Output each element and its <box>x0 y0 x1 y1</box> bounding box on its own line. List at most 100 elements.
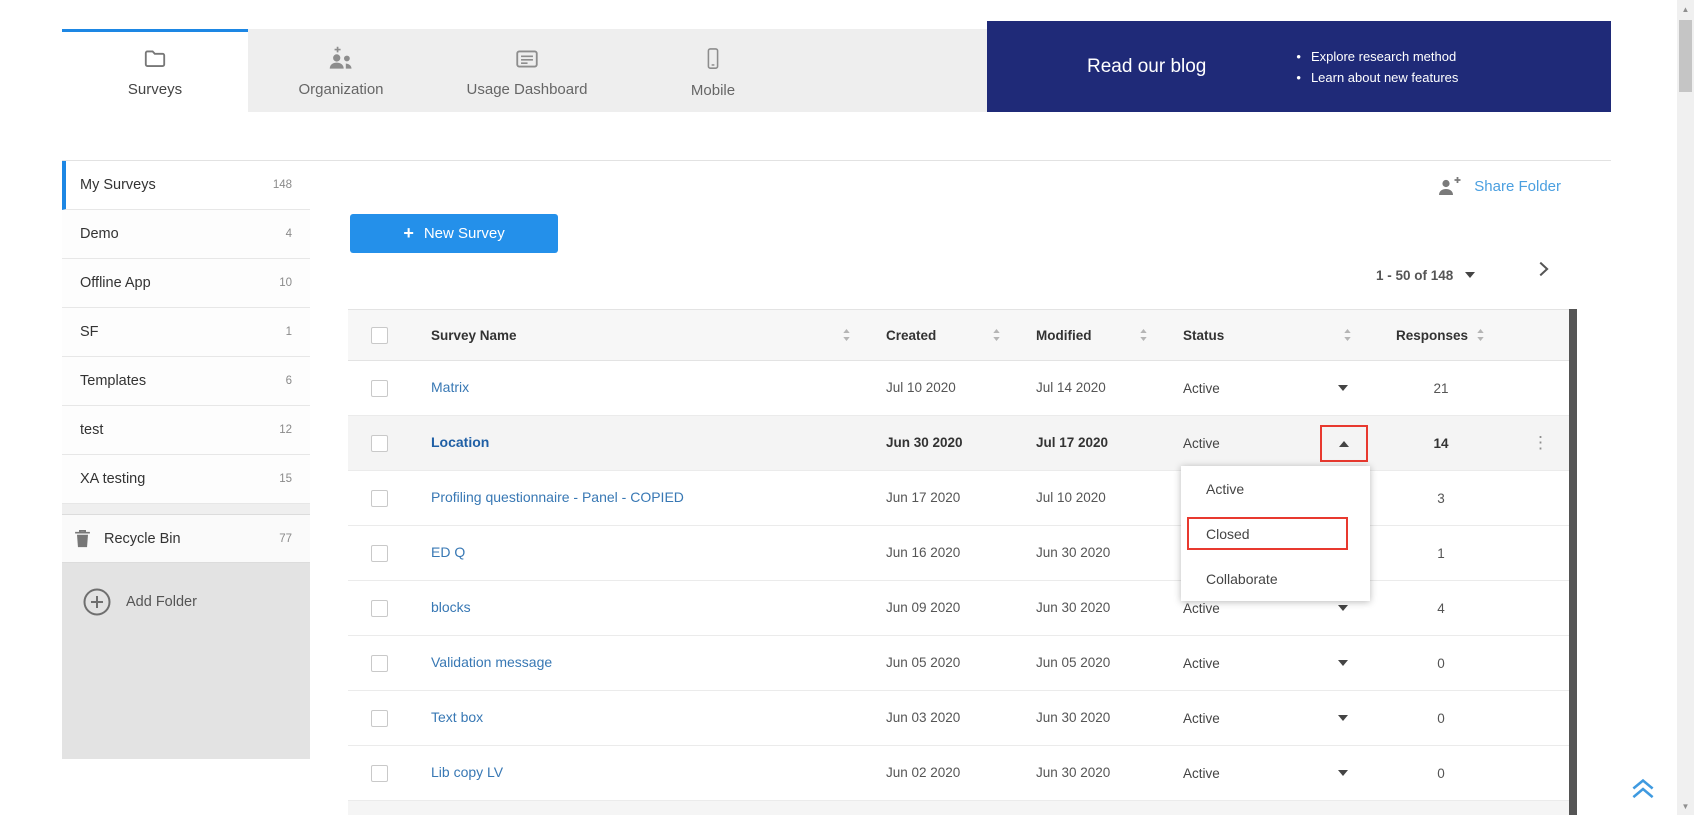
row-checkbox[interactable] <box>371 600 388 617</box>
row-checkbox[interactable] <box>371 435 388 452</box>
content: My Surveys148Demo4Offline App10SF1Templa… <box>62 160 1611 815</box>
tab-surveys[interactable]: Surveys <box>62 29 248 112</box>
status-caret-down-icon[interactable] <box>1338 715 1348 721</box>
share-folder-link[interactable]: Share Folder <box>1436 175 1561 197</box>
created-cell: Jun 03 2020 <box>865 709 1015 727</box>
table-row: Lib copy LVJun 02 2020Jun 30 2020Active0 <box>348 746 1569 801</box>
column-header-responses[interactable]: Responses <box>1366 310 1516 360</box>
blog-banner[interactable]: Read our blog Explore research methodLea… <box>987 21 1611 112</box>
survey-name-link[interactable]: blocks <box>431 599 471 615</box>
page-scrollbar-thumb[interactable] <box>1679 20 1692 92</box>
tab-mobile[interactable]: Mobile <box>620 29 806 112</box>
new-survey-button[interactable]: + New Survey <box>350 214 558 253</box>
pagination-dropdown-caret[interactable] <box>1465 272 1475 278</box>
sidebar-item-demo[interactable]: Demo4 <box>62 210 310 259</box>
actions-cell: ⋮ <box>1516 433 1569 453</box>
tab-label: Surveys <box>128 81 182 98</box>
table-footer-strip <box>348 801 1569 815</box>
modified-cell: Jun 30 2020 <box>1015 599 1162 617</box>
new-survey-label: New Survey <box>424 225 505 242</box>
survey-name-link[interactable]: Text box <box>431 709 483 725</box>
row-checkbox-cell <box>348 526 410 580</box>
status-dropdown-menu: ActiveClosedCollaborate <box>1181 466 1370 601</box>
status-option-closed[interactable]: Closed <box>1181 511 1370 556</box>
modified-cell: Jun 05 2020 <box>1015 654 1162 672</box>
status-value: Active <box>1183 656 1220 671</box>
created-date: Jun 17 2020 <box>886 490 960 505</box>
sidebar-item-recycle-bin[interactable]: Recycle Bin 77 <box>62 514 310 563</box>
sidebar-item-xa-testing[interactable]: XA testing15 <box>62 455 310 504</box>
created-date: Jul 10 2020 <box>886 380 956 395</box>
highlight-red-frame <box>1187 517 1348 550</box>
table-row: blocksJun 09 2020Jun 30 2020Active4 <box>348 581 1569 636</box>
created-date: Jun 05 2020 <box>886 655 960 670</box>
survey-name-link[interactable]: Lib copy LV <box>431 764 503 780</box>
survey-name-link[interactable]: Location <box>431 434 489 450</box>
folder-count: 12 <box>279 424 292 436</box>
tab-usage-dashboard[interactable]: Usage Dashboard <box>434 29 620 112</box>
row-menu-icon[interactable]: ⋮ <box>1532 433 1549 453</box>
scrollbar-down-arrow-icon[interactable]: ▼ <box>1677 799 1694 813</box>
double-chevron-up-icon <box>1628 775 1658 801</box>
modified-date: Jun 30 2020 <box>1036 545 1110 560</box>
created-cell: Jun 17 2020 <box>865 489 1015 507</box>
responses-count: 0 <box>1437 711 1445 726</box>
survey-name-cell: ED Q <box>410 544 865 562</box>
folder-count: 4 <box>286 228 292 240</box>
table-row: Profiling questionnaire - Panel - COPIED… <box>348 471 1569 526</box>
status-cell: Active <box>1162 746 1366 800</box>
folder-label: My Surveys <box>80 177 156 193</box>
row-checkbox[interactable] <box>371 655 388 672</box>
sidebar-item-sf[interactable]: SF1 <box>62 308 310 357</box>
survey-name-link[interactable]: Matrix <box>431 379 469 395</box>
status-caret-down-icon[interactable] <box>1338 385 1348 391</box>
folder-count: 15 <box>279 473 292 485</box>
modified-date: Jul 14 2020 <box>1036 380 1106 395</box>
select-all-checkbox[interactable] <box>371 327 388 344</box>
table-row: Validation message Jun 05 2020 Jun 05 2020… <box>348 636 1569 691</box>
row-checkbox[interactable] <box>371 490 388 507</box>
plus-icon: + <box>403 223 414 244</box>
column-header-created[interactable]: Created <box>865 310 1015 360</box>
banner-title[interactable]: Read our blog <box>1087 56 1206 78</box>
survey-table: Survey NameCreatedModifiedStatusResponse… <box>348 309 1577 815</box>
trash-icon <box>74 529 91 548</box>
survey-name-link[interactable]: ED Q <box>431 544 465 560</box>
scrollbar-up-arrow-icon[interactable]: ▲ <box>1677 2 1694 16</box>
created-date: Jun 30 2020 <box>886 435 963 450</box>
row-checkbox[interactable] <box>371 380 388 397</box>
column-header-survey-name[interactable]: Survey Name <box>410 310 865 360</box>
sidebar-item-my-surveys[interactable]: My Surveys148 <box>62 161 310 210</box>
next-page-button[interactable] <box>1532 257 1554 281</box>
status-option-collaborate[interactable]: Collaborate <box>1181 556 1370 601</box>
sidebar-item-templates[interactable]: Templates6 <box>62 357 310 406</box>
row-checkbox[interactable] <box>371 710 388 727</box>
column-header-status[interactable]: Status <box>1162 310 1366 360</box>
survey-name-link[interactable]: Validation message <box>431 654 552 670</box>
status-caret-down-icon[interactable] <box>1338 660 1348 666</box>
modified-cell: Jul 17 2020 <box>1015 434 1162 452</box>
column-header-modified[interactable]: Modified <box>1015 310 1162 360</box>
sidebar-item-test[interactable]: test12 <box>62 406 310 455</box>
row-checkbox-cell <box>348 471 410 525</box>
row-checkbox[interactable] <box>371 765 388 782</box>
status-caret-down-icon[interactable] <box>1338 605 1348 611</box>
table-row: MatrixJul 10 2020Jul 14 2020Active21 <box>348 361 1569 416</box>
row-checkbox-cell <box>348 581 410 635</box>
add-folder-button[interactable]: Add Folder <box>62 587 310 617</box>
status-caret-down-icon[interactable] <box>1338 770 1348 776</box>
status-dropdown-highlight-box[interactable] <box>1320 425 1368 462</box>
tab-organization[interactable]: Organization <box>248 29 434 112</box>
sidebar-item-offline-app[interactable]: Offline App10 <box>62 259 310 308</box>
row-checkbox[interactable] <box>371 545 388 562</box>
tab-bar: Surveys Organization Usage DashboardMobile <box>62 29 987 112</box>
status-option-active[interactable]: Active <box>1181 466 1370 511</box>
survey-name-link[interactable]: Profiling questionnaire - Panel - COPIED <box>431 489 684 505</box>
created-cell: Jun 16 2020 <box>865 544 1015 562</box>
banner-bullet: Learn about new features <box>1296 70 1458 85</box>
created-cell: Jun 09 2020 <box>865 599 1015 617</box>
status-caret-up-icon[interactable] <box>1339 441 1349 447</box>
scroll-to-top-button[interactable] <box>1628 775 1658 801</box>
table-scrollbar-thumb[interactable] <box>1569 309 1577 815</box>
tab-label: Organization <box>298 81 383 98</box>
